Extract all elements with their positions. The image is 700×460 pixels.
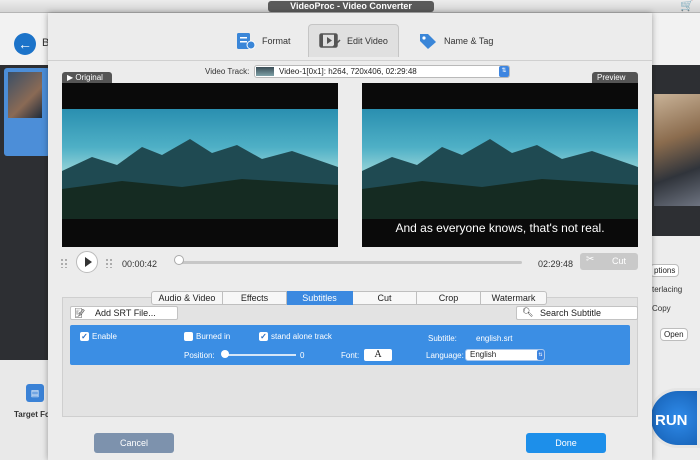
- edit-video-icon: [319, 32, 341, 50]
- subtitle-file-label: Subtitle:: [428, 334, 457, 343]
- copy-label: Copy: [652, 304, 671, 313]
- position-slider-handle[interactable]: [221, 350, 229, 358]
- preview-header: Preview 🔍︎: [592, 72, 638, 93]
- end-time: 02:29:48: [538, 259, 574, 269]
- timeline-handle[interactable]: [174, 255, 184, 265]
- video-list-item[interactable]: [4, 68, 50, 156]
- open-button[interactable]: Open: [660, 328, 688, 341]
- enable-label: Enable: [92, 332, 117, 341]
- chevron-updown-icon: ⇅: [537, 350, 544, 360]
- add-file-icon: 📝︎: [74, 308, 86, 318]
- target-format-icon[interactable]: ▤: [26, 384, 44, 402]
- position-value: 0: [300, 351, 305, 360]
- language-label: Language:: [426, 351, 464, 360]
- search-subtitle-button[interactable]: Search Subtitle: [516, 306, 638, 320]
- original-video: [62, 83, 338, 247]
- video-frame: [362, 109, 638, 219]
- name-tag-icon: [418, 32, 438, 50]
- grip-icon: [60, 258, 70, 269]
- video-track-select[interactable]: Video-1[0x1]: h264, 720x406, 02:29:48: [254, 65, 510, 78]
- video-track-label: Video Track:: [205, 67, 250, 76]
- tab-audio-video[interactable]: Audio & Video: [151, 291, 223, 305]
- tab-cut[interactable]: Cut: [353, 291, 417, 305]
- stand-alone-label: stand alone track: [271, 332, 332, 341]
- add-srt-button[interactable]: Add SRT File...: [70, 306, 178, 320]
- position-slider[interactable]: [224, 354, 296, 356]
- options-button[interactable]: ptions: [650, 264, 680, 277]
- tab-subtitles[interactable]: Subtitles: [287, 291, 353, 305]
- grip-icon: [105, 258, 115, 269]
- chevron-updown-icon[interactable]: ⇅: [499, 66, 509, 77]
- burned-in-checkbox[interactable]: [184, 332, 193, 341]
- preview-label: Preview: [597, 73, 626, 82]
- burned-in-label: Burned in: [196, 332, 231, 341]
- cancel-button[interactable]: Cancel: [94, 433, 174, 453]
- tab-watermark[interactable]: Watermark: [481, 291, 547, 305]
- video-thumbnail: [8, 72, 42, 118]
- window-title: VideoProc - Video Converter: [268, 1, 434, 12]
- original-header: ▶ Original: [62, 72, 112, 83]
- stand-alone-checkbox[interactable]: ✓: [259, 332, 268, 341]
- tab-name-tag[interactable]: Name & Tag: [408, 24, 503, 57]
- scissors-icon: ✂: [586, 254, 595, 265]
- right-preview-image: [654, 94, 700, 206]
- edit-tabs: Audio & Video Effects Subtitles Cut Crop…: [151, 291, 547, 305]
- done-button[interactable]: Done: [526, 433, 606, 453]
- play-button[interactable]: [76, 251, 98, 273]
- tab-format-label: Format: [262, 35, 291, 46]
- font-label: Font:: [341, 351, 360, 360]
- preview-video: And as everyone knows, that's not real.: [362, 83, 638, 247]
- cart-icon[interactable]: 🛒: [680, 0, 694, 12]
- preview-subtitle: And as everyone knows, that's not real.: [395, 221, 605, 235]
- format-icon: [236, 32, 256, 50]
- language-select[interactable]: English: [465, 349, 545, 361]
- tab-effects[interactable]: Effects: [223, 291, 287, 305]
- interlacing-label: terlacing: [652, 285, 683, 294]
- tab-name-tag-label: Name & Tag: [444, 35, 494, 46]
- tab-format[interactable]: Format: [226, 24, 301, 57]
- tab-edit-video[interactable]: Edit Video: [308, 24, 399, 57]
- position-label: Position:: [184, 351, 215, 360]
- tab-edit-video-label: Edit Video: [347, 36, 388, 46]
- original-label: Original: [75, 73, 103, 82]
- current-time: 00:00:42: [122, 259, 158, 269]
- font-button[interactable]: A: [364, 349, 392, 361]
- video-track-thumbnail: [256, 67, 274, 76]
- video-frame: [62, 109, 338, 219]
- enable-checkbox[interactable]: ✓: [80, 332, 89, 341]
- run-button[interactable]: RUN: [648, 388, 700, 448]
- tab-crop[interactable]: Crop: [417, 291, 481, 305]
- play-icon: [85, 257, 92, 267]
- subtitle-file-value: english.srt: [476, 334, 513, 343]
- back-button[interactable]: ←: [14, 33, 36, 55]
- timeline-scrubber[interactable]: [176, 261, 522, 264]
- search-icon: 🔍︎: [522, 307, 534, 317]
